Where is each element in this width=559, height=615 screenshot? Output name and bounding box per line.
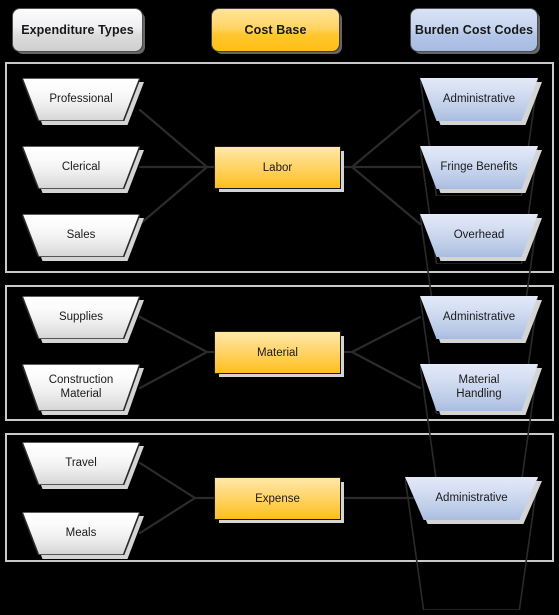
expenditure-type-travel[interactable]: Travel <box>22 442 144 489</box>
burden-cost-code-material-administrative[interactable]: Administrative <box>420 296 542 339</box>
column-header-burden-cost-codes: Burden Cost Codes <box>410 8 538 52</box>
column-header-expenditure-types: Expenditure Types <box>12 8 143 52</box>
column-header-burden-cost-codes-label: Burden Cost Codes <box>414 23 534 37</box>
expenditure-type-sales-label: Sales <box>66 228 96 241</box>
expenditure-type-professional[interactable]: Professional <box>22 78 144 125</box>
burden-cost-code-labor-overhead[interactable]: Overhead <box>420 214 542 257</box>
burden-cost-code-labor-fringe-benefits[interactable]: Fringe Benefits <box>420 146 542 189</box>
expenditure-type-sales[interactable]: Sales <box>22 214 144 261</box>
expenditure-type-supplies-label: Supplies <box>58 310 104 323</box>
expenditure-type-supplies[interactable]: Supplies <box>22 296 144 343</box>
column-header-cost-base: Cost Base <box>211 8 340 52</box>
expenditure-type-meals-label: Meals <box>65 526 97 539</box>
cost-base-expense-label: Expense <box>255 492 300 505</box>
cost-base-labor-label: Labor <box>262 161 293 174</box>
expenditure-type-professional-label: Professional <box>49 92 113 105</box>
expenditure-type-meals[interactable]: Meals <box>22 512 144 559</box>
burden-cost-code-material-handling[interactable]: Material Handling <box>420 364 542 411</box>
burden-cost-code-labor-fringe-benefits-label: Fringe Benefits <box>440 160 518 173</box>
cost-base-labor[interactable]: Labor <box>214 146 341 189</box>
column-header-expenditure-types-label: Expenditure Types <box>21 23 134 37</box>
burden-cost-code-material-handling-label: Material Handling <box>456 373 502 400</box>
cost-base-material[interactable]: Material <box>214 331 341 374</box>
diagram-canvas: Expenditure Types Cost Base Burden Cost … <box>0 0 559 570</box>
burden-cost-code-expense-administrative-label: Administrative <box>435 491 508 504</box>
burden-cost-code-expense-administrative[interactable]: Administrative <box>405 477 542 520</box>
expenditure-type-clerical-label: Clerical <box>61 160 101 173</box>
expenditure-type-construction-material[interactable]: Construction Material <box>22 364 144 415</box>
burden-cost-code-labor-overhead-label: Overhead <box>453 228 505 241</box>
expenditure-type-construction-material-label: Construction Material <box>48 373 114 400</box>
expenditure-type-clerical[interactable]: Clerical <box>22 146 144 193</box>
column-header-cost-base-label: Cost Base <box>244 23 307 37</box>
expenditure-type-travel-label: Travel <box>65 456 97 469</box>
burden-cost-code-labor-administrative-label: Administrative <box>442 92 516 105</box>
cost-base-expense[interactable]: Expense <box>214 477 341 520</box>
burden-cost-code-material-administrative-label: Administrative <box>442 310 516 323</box>
burden-cost-code-labor-administrative[interactable]: Administrative <box>420 78 542 121</box>
cost-base-material-label: Material <box>257 346 298 359</box>
